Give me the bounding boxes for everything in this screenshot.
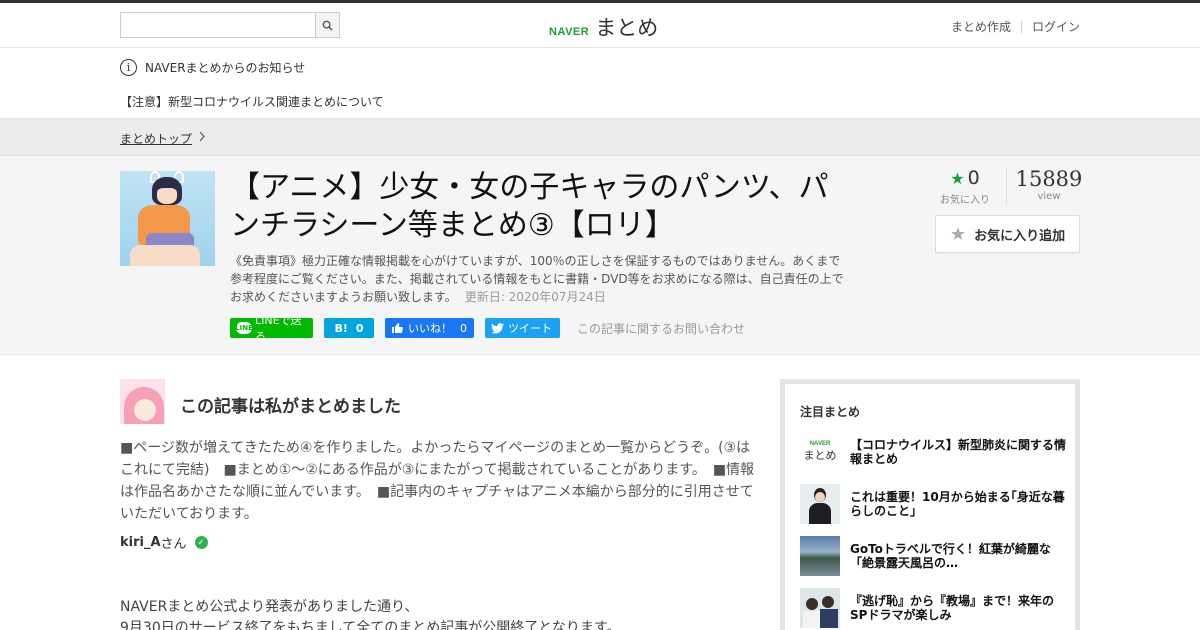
featured-item-title: 『逃げ恥』から『教場』まで！来年のSPドラマが楽しみ bbox=[850, 594, 1055, 622]
username-text: kiri_A bbox=[120, 535, 161, 550]
thumb-matome-text: まとめ bbox=[803, 449, 837, 462]
share-buttons: LINE LINEで送る B! 0 いいね！ 0 ツイート この記事に関するお問… bbox=[230, 314, 745, 343]
username-suffix: さん bbox=[160, 537, 187, 552]
featured-thumbnail: NAVER まとめ bbox=[800, 432, 840, 472]
favorite-count: ★ 0 お気に入り bbox=[935, 167, 995, 206]
notice-link[interactable]: 【注意】新型コロナウイルス関連まとめについて bbox=[120, 93, 384, 110]
featured-item-title: 【コロナウイルス】新型肺炎に関する情報まとめ bbox=[850, 438, 1067, 466]
favorite-count-label: お気に入り bbox=[940, 195, 990, 206]
featured-item-title: GoToトラベルで行く！紅葉が綺麗な「絶景露天風呂の… bbox=[850, 542, 1051, 570]
header-links: まとめ作成 ログイン bbox=[951, 18, 1080, 35]
breadcrumb-top-link[interactable]: まとめトップ bbox=[120, 130, 192, 147]
inquiry-link[interactable]: この記事に関するお問い合わせ bbox=[577, 320, 745, 337]
login-link[interactable]: ログイン bbox=[1032, 18, 1080, 35]
body-line-1: NAVERまとめ公式より発表がありました通り、 bbox=[120, 599, 419, 615]
hatena-icon: B! bbox=[334, 321, 348, 335]
article-body: NAVERまとめ公式より発表がありました通り、 9月30日のサービス終了をもちま… bbox=[120, 597, 755, 630]
info-icon: i bbox=[120, 59, 137, 76]
notice-title-text: NAVERまとめからのお知らせ bbox=[145, 61, 306, 75]
article-description: 《免責事項》極力正確な情報掲載を心がけていますが、100％の正しさを保証するもの… bbox=[230, 252, 850, 306]
author-username[interactable]: kiri_A さん ✓ bbox=[120, 533, 208, 552]
featured-item-title: これは重要！10月から始まる｢身近な暮らしのこと｣ bbox=[850, 490, 1065, 518]
stats-divider bbox=[1006, 167, 1007, 205]
featured-thumbnail bbox=[800, 588, 840, 628]
featured-sidebar: 注目まとめ NAVER まとめ 【コロナウイルス】新型肺炎に関する情報まとめ こ… bbox=[780, 379, 1080, 630]
header-divider bbox=[1020, 20, 1022, 33]
view-count: 15889 view bbox=[1013, 167, 1085, 202]
logo-matome: まとめ bbox=[595, 16, 659, 40]
create-matome-link[interactable]: まとめ作成 bbox=[951, 18, 1011, 35]
notice-section: i NAVERまとめからのお知らせ 【注意】新型コロナウイルス関連まとめについて bbox=[0, 48, 1200, 119]
article-thumbnail bbox=[120, 171, 215, 266]
featured-item[interactable]: NAVER まとめ 【コロナウイルス】新型肺炎に関する情報まとめ bbox=[800, 431, 1070, 473]
facebook-like-label: いいね！ bbox=[408, 322, 452, 335]
verified-check-icon: ✓ bbox=[194, 536, 208, 549]
star-outline-icon: ★ bbox=[949, 223, 967, 245]
site-header: NAVER まとめ まとめ作成 ログイン bbox=[0, 3, 1200, 48]
line-share-label: LINEで送る bbox=[255, 314, 302, 343]
hatena-bookmark-button[interactable]: B! 0 bbox=[324, 318, 374, 338]
article-title: 【アニメ】少女・女の子キャラのパンツ、パンチラシーン等まとめ③【ロリ】 bbox=[230, 170, 829, 243]
line-share-button[interactable]: LINE LINEで送る bbox=[230, 314, 313, 343]
search-input[interactable] bbox=[121, 13, 311, 37]
twitter-bird-icon bbox=[491, 322, 504, 334]
notice-title: i NAVERまとめからのお知らせ bbox=[120, 59, 305, 76]
article-header: 【アニメ】少女・女の子キャラのパンツ、パンチラシーン等まとめ③【ロリ】 《免責事… bbox=[0, 156, 1200, 355]
view-count-value: 15889 bbox=[1015, 167, 1083, 191]
featured-thumbnail bbox=[800, 536, 840, 576]
add-favorite-button[interactable]: ★ お気に入り追加 bbox=[935, 215, 1080, 253]
facebook-count: 0 bbox=[460, 321, 467, 335]
hatena-count: 0 bbox=[355, 321, 364, 335]
tweet-label: ツイート bbox=[508, 322, 552, 335]
site-logo[interactable]: NAVER まとめ bbox=[549, 12, 658, 42]
logo-naver: NAVER bbox=[549, 26, 590, 38]
featured-item[interactable]: GoToトラベルで行く！紅葉が綺麗な「絶景露天風呂の… bbox=[800, 535, 1070, 577]
favorite-count-value: 0 bbox=[967, 167, 980, 189]
featured-item[interactable]: 『逃げ恥』から『教場』まで！来年のSPドラマが楽しみ bbox=[800, 587, 1070, 629]
line-icon: LINE bbox=[235, 322, 253, 334]
featured-item[interactable]: これは重要！10月から始まる｢身近な暮らしのこと｣ bbox=[800, 483, 1070, 525]
body-line-2: 9月30日のサービス終了をもちまして全てのまとめ記事が公開終了となります。 bbox=[120, 620, 621, 630]
star-icon: ★ bbox=[950, 168, 965, 188]
twitter-tweet-button[interactable]: ツイート bbox=[485, 318, 560, 338]
view-count-label: view bbox=[1037, 191, 1061, 202]
search-button[interactable] bbox=[315, 13, 339, 37]
author-avatar[interactable] bbox=[120, 379, 165, 424]
facebook-like-button[interactable]: いいね！ 0 bbox=[385, 318, 474, 338]
add-favorite-label: お気に入り追加 bbox=[974, 228, 1066, 244]
search-icon bbox=[322, 20, 333, 31]
updated-date: 更新日: 2020年07月24日 bbox=[464, 290, 606, 304]
sidebar-title: 注目まとめ bbox=[800, 405, 861, 419]
article-stats: ★ 0 お気に入り 15889 view bbox=[935, 167, 1082, 207]
author-summary: ■ページ数が増えてきたため④を作りました。よかったらマイページのまとめ一覧からど… bbox=[120, 440, 755, 522]
featured-thumbnail bbox=[800, 484, 840, 524]
author-heading: この記事は私がまとめました bbox=[180, 397, 401, 417]
thumbs-up-icon bbox=[392, 323, 403, 333]
chevron-right-icon bbox=[198, 131, 206, 145]
search-box[interactable] bbox=[120, 12, 340, 38]
breadcrumb-bar: まとめトップ bbox=[0, 119, 1200, 156]
